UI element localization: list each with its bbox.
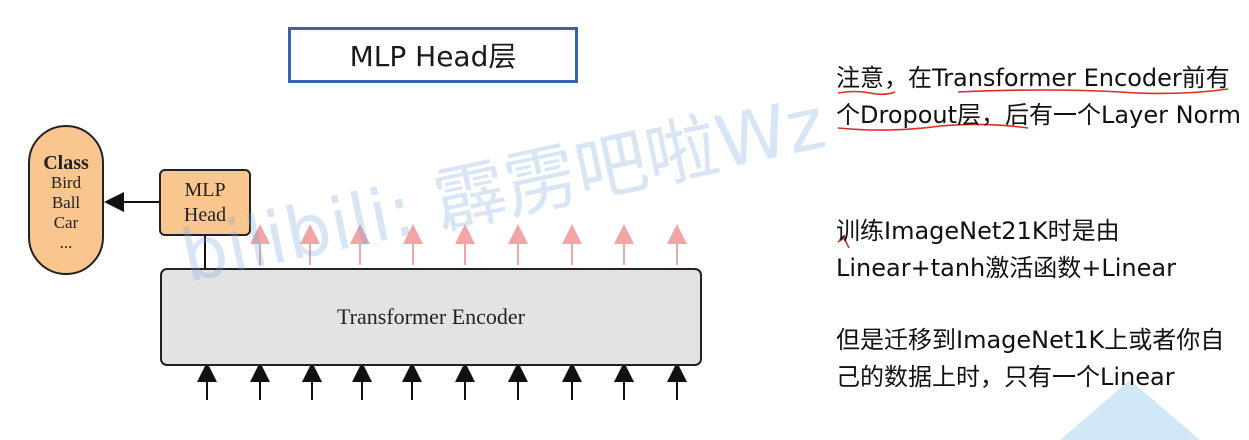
encoder-output-arrows (250, 224, 687, 265)
note-dropout-layernorm: 注意，在Transformer Encoder前有个Dropout层，后有一个L… (836, 64, 1242, 129)
note-imagenet1k: 但是迁移到ImageNet1K上或者你自己的数据上时，只有一个Linear (836, 326, 1225, 391)
class-title: Class (43, 152, 89, 174)
transformer-encoder-box: Transformer Encoder (160, 268, 702, 366)
mlp-head-line1: MLP (184, 179, 226, 201)
transformer-encoder-label: Transformer Encoder (337, 304, 525, 329)
class-item: Ball (51, 193, 81, 212)
class-item: Bird (50, 173, 82, 192)
class-output-box: Class Bird Ball Car ... (28, 125, 104, 275)
mlp-head-box: MLP Head (159, 169, 251, 236)
note-imagenet21k: 训练ImageNet21K时是由Linear+tanh激活函数+Linear (836, 217, 1176, 282)
class-item: ... (59, 233, 73, 252)
mlp-head-line2: Head (183, 204, 227, 226)
encoder-input-arrows (197, 362, 687, 400)
class-item: Car (53, 213, 79, 232)
